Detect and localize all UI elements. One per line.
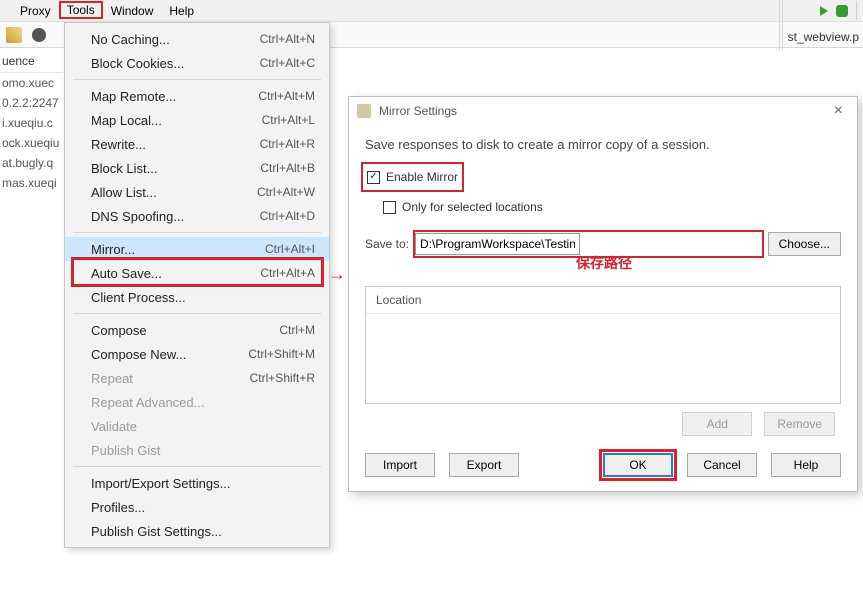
debug-icon[interactable] <box>836 5 848 17</box>
menu-block-list[interactable]: Block List...Ctrl+Alt+B <box>65 156 329 180</box>
menu-validate: Validate <box>65 414 329 438</box>
side-item[interactable]: ock.xueqiu <box>0 133 63 153</box>
menu-allow-list[interactable]: Allow List...Ctrl+Alt+W <box>65 180 329 204</box>
add-button: Add <box>682 412 752 436</box>
menu-tools[interactable]: Tools <box>59 1 103 19</box>
menu-dns-spoofing[interactable]: DNS Spoofing...Ctrl+Alt+D <box>65 204 329 228</box>
save-to-label: Save to: <box>365 237 409 251</box>
side-item[interactable]: i.xueqiu.c <box>0 113 63 133</box>
side-item[interactable]: 0.2.2:2247 <box>0 93 63 113</box>
dialog-titlebar: Mirror Settings × <box>349 97 857 125</box>
dialog-description: Save responses to disk to create a mirro… <box>365 137 841 152</box>
menu-compose[interactable]: ComposeCtrl+M <box>65 318 329 342</box>
arrow-icon: → <box>328 264 346 285</box>
menu-help[interactable]: Help <box>161 2 202 20</box>
choose-button[interactable]: Choose... <box>768 232 841 256</box>
import-button[interactable]: Import <box>365 453 435 477</box>
menu-block-cookies[interactable]: Block Cookies...Ctrl+Alt+C <box>65 51 329 75</box>
menu-window[interactable]: Window <box>103 2 162 20</box>
only-selected-checkbox[interactable] <box>383 201 396 214</box>
side-item[interactable]: mas.xueqi <box>0 173 63 193</box>
broom-icon[interactable] <box>6 27 22 43</box>
cancel-button[interactable]: Cancel <box>687 453 757 477</box>
menu-repeat: RepeatCtrl+Shift+R <box>65 366 329 390</box>
menu-mirror[interactable]: Mirror...Ctrl+Alt+I <box>65 237 329 261</box>
menu-map-local[interactable]: Map Local...Ctrl+Alt+L <box>65 108 329 132</box>
menu-import-export-settings[interactable]: Import/Export Settings... <box>65 471 329 495</box>
right-toolbar <box>820 2 857 20</box>
side-panel: uence omo.xuec 0.2.2:2247 i.xueqiu.c ock… <box>0 50 63 193</box>
menu-no-caching[interactable]: No Caching...Ctrl+Alt+N <box>65 27 329 51</box>
dialog-title: Mirror Settings <box>379 104 828 118</box>
menu-auto-save[interactable]: Auto Save...Ctrl+Alt+A <box>65 261 329 285</box>
enable-mirror-label: Enable Mirror <box>386 170 458 184</box>
annotation-save-path: 保存路径 <box>576 253 632 273</box>
menubar: Proxy Tools Window Help <box>0 0 863 22</box>
menu-compose-new[interactable]: Compose New...Ctrl+Shift+M <box>65 342 329 366</box>
menu-map-remote[interactable]: Map Remote...Ctrl+Alt+M <box>65 84 329 108</box>
menu-publish-gist: Publish Gist <box>65 438 329 462</box>
help-button[interactable]: Help <box>771 453 841 477</box>
only-selected-label: Only for selected locations <box>402 200 543 214</box>
menu-publish-gist-settings[interactable]: Publish Gist Settings... <box>65 519 329 543</box>
menu-repeat-advanced: Repeat Advanced... <box>65 390 329 414</box>
file-tab[interactable]: st_webview.p <box>788 30 859 44</box>
location-header: Location <box>366 287 840 314</box>
side-header: uence <box>0 50 63 73</box>
location-list[interactable]: Location <box>365 286 841 404</box>
dialog-icon <box>357 104 371 118</box>
enable-mirror-checkbox[interactable] <box>367 171 380 184</box>
menu-rewrite[interactable]: Rewrite...Ctrl+Alt+R <box>65 132 329 156</box>
save-path-input[interactable] <box>415 233 580 255</box>
menu-profiles[interactable]: Profiles... <box>65 495 329 519</box>
ok-button[interactable]: OK <box>603 453 673 477</box>
run-icon[interactable] <box>820 6 828 16</box>
record-icon[interactable] <box>32 28 46 42</box>
export-button[interactable]: Export <box>449 453 519 477</box>
close-icon[interactable]: × <box>828 102 849 120</box>
tools-dropdown: No Caching...Ctrl+Alt+N Block Cookies...… <box>64 22 330 548</box>
side-item[interactable]: omo.xuec <box>0 73 63 93</box>
remove-button: Remove <box>764 412 835 436</box>
menu-client-process[interactable]: Client Process... <box>65 285 329 309</box>
menu-proxy[interactable]: Proxy <box>12 2 59 20</box>
mirror-settings-dialog: Mirror Settings × Save responses to disk… <box>348 96 858 492</box>
side-item[interactable]: at.bugly.q <box>0 153 63 173</box>
